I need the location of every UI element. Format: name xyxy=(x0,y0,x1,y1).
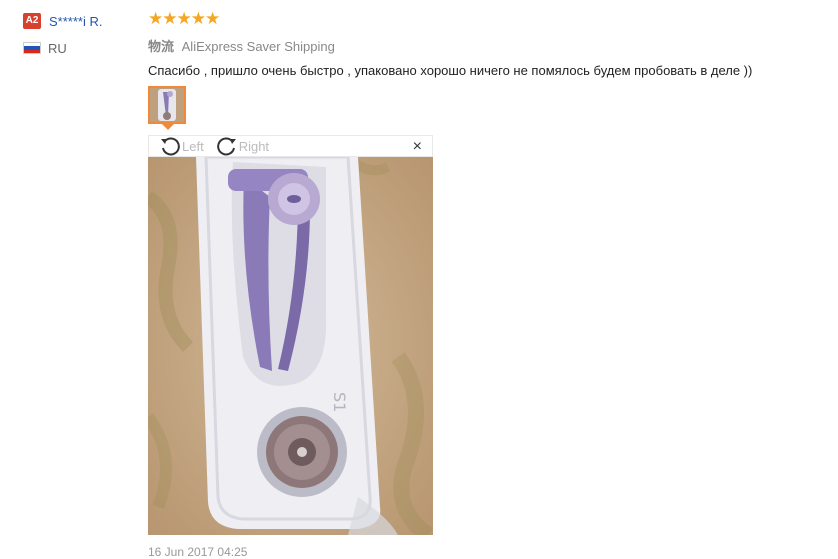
review-date: 16 Jun 2017 04:25 xyxy=(148,545,248,559)
rotate-left-button[interactable]: Left xyxy=(159,136,204,156)
svg-text:S1: S1 xyxy=(330,392,349,412)
review-photo-thumbnail[interactable] xyxy=(148,86,186,124)
thumbnail-pointer xyxy=(162,124,174,130)
star-icon: ★ xyxy=(148,9,164,28)
star-icon: ★ xyxy=(176,9,192,28)
star-rating: ★ ★ ★ ★ ★ xyxy=(148,10,828,28)
review-body: ★ ★ ★ ★ ★ 物流 AliExpress Saver Shipping С… xyxy=(148,10,828,559)
review-text: Спасибо , пришло очень быстро , упакован… xyxy=(148,63,753,78)
reviewer-name-row: A2 S*****i R. xyxy=(23,12,143,30)
shipping-method: AliExpress Saver Shipping xyxy=(181,39,335,54)
photo-viewer-toolbar: Left Right × xyxy=(148,135,433,157)
product-photo: S1 xyxy=(148,157,433,535)
review-photo-large: S1 xyxy=(148,157,433,535)
thumbnail-image xyxy=(150,88,184,122)
rotate-left-label: Left xyxy=(182,138,204,154)
rotate-right-button[interactable]: Right xyxy=(216,136,269,156)
russia-flag-icon xyxy=(23,42,41,54)
star-icon: ★ xyxy=(205,9,221,28)
buyer-level-badge: A2 xyxy=(23,13,41,29)
star-icon: ★ xyxy=(162,9,178,28)
star-icon: ★ xyxy=(190,9,206,28)
close-viewer-button[interactable]: × xyxy=(413,137,422,157)
reviewer-country: RU xyxy=(23,40,143,56)
rotate-right-icon xyxy=(216,137,236,156)
shipping-label: 物流 xyxy=(148,39,175,54)
reviewer-info: A2 S*****i R. RU xyxy=(23,12,143,56)
country-code: RU xyxy=(48,40,67,56)
rotate-left-icon xyxy=(161,137,180,156)
shipping-info: 物流 AliExpress Saver Shipping xyxy=(148,36,828,54)
rotate-right-label: Right xyxy=(238,138,270,154)
reviewer-name[interactable]: S*****i R. xyxy=(49,14,102,29)
